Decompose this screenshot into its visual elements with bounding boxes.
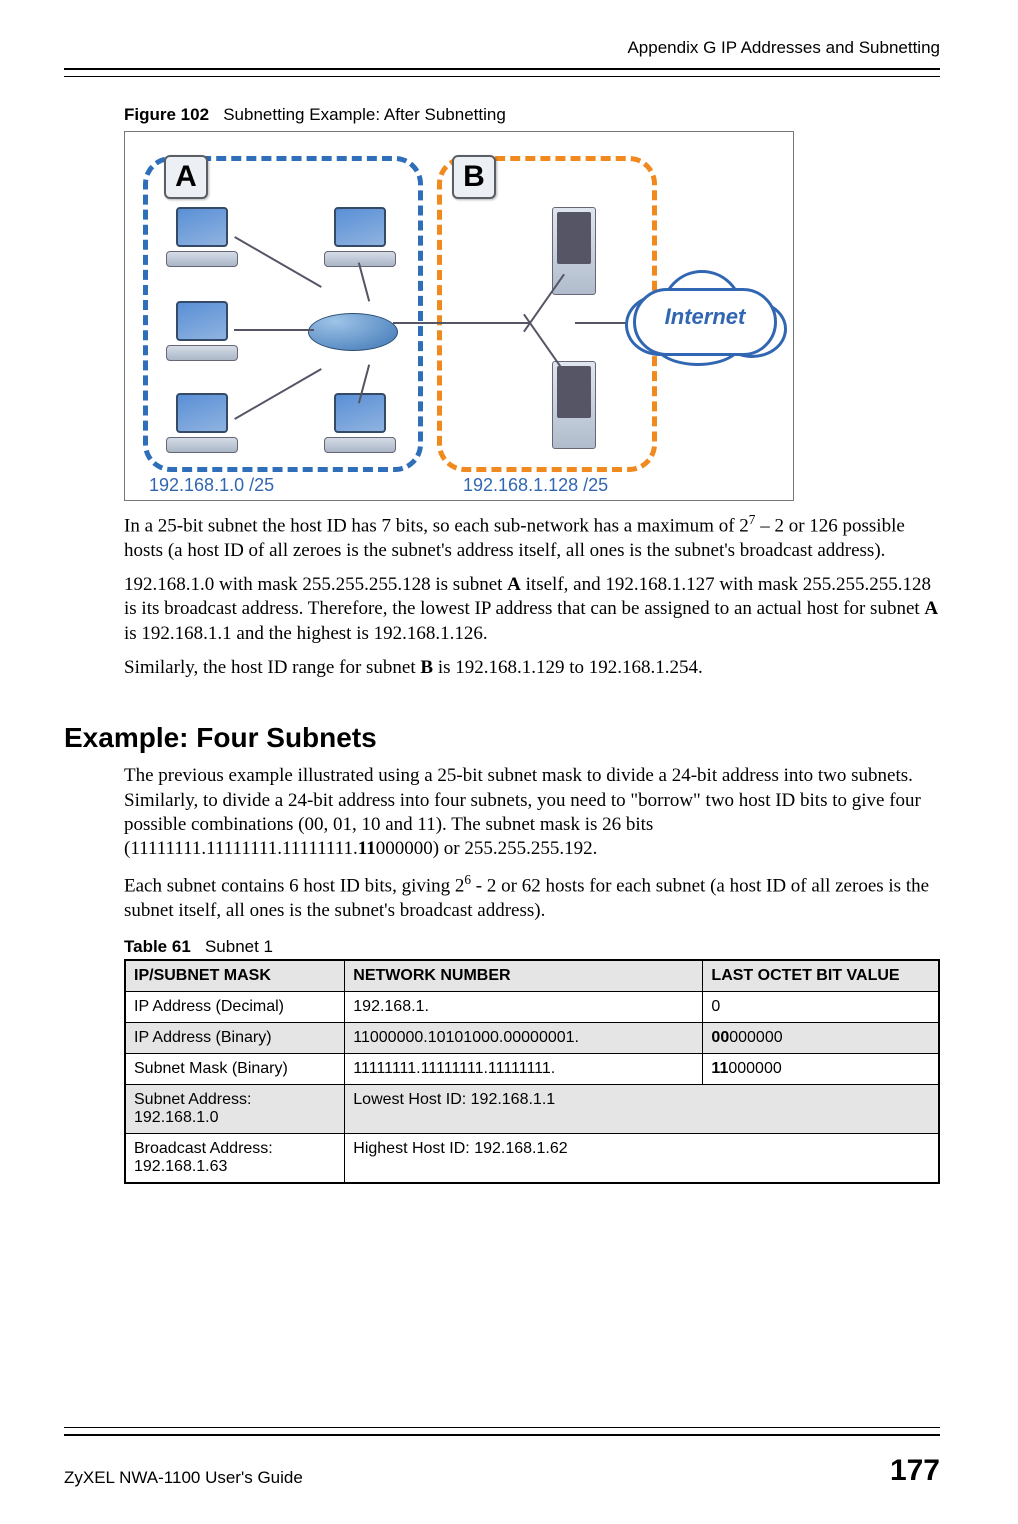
- section-heading: Example: Four Subnets: [64, 722, 940, 754]
- figure-title: Subnetting Example: After Subnetting: [223, 105, 506, 124]
- col-header-network: NETWORK NUMBER: [345, 960, 703, 992]
- subnet-a-box: A: [143, 156, 423, 472]
- pc-icon: [166, 393, 238, 453]
- figure-caption: Figure 102 Subnetting Example: After Sub…: [124, 105, 940, 125]
- footer-page-number: 177: [890, 1454, 940, 1488]
- pc-icon: [166, 207, 238, 267]
- cell-mask: Broadcast Address: 192.168.1.63: [125, 1134, 345, 1184]
- pc-icon: [324, 207, 396, 267]
- cell-network: 192.168.1.: [345, 992, 703, 1023]
- line-icon: [234, 368, 322, 420]
- paragraph-5: Each subnet contains 6 host ID bits, giv…: [124, 871, 940, 923]
- bold-bits: 11: [358, 838, 376, 859]
- subnet-table: IP/SUBNET MASK NETWORK NUMBER LAST OCTET…: [124, 959, 940, 1184]
- subnet-a-letter: A: [164, 155, 208, 199]
- cell-network: 11111111.11111111.11111111.: [345, 1054, 703, 1085]
- table-caption: Table 61 Subnet 1: [124, 937, 940, 957]
- table-header-row: IP/SUBNET MASK NETWORK NUMBER LAST OCTET…: [125, 960, 939, 992]
- cell-lastoctet: 11000000: [703, 1054, 939, 1085]
- pc-icon: [166, 301, 238, 361]
- footer-guide: ZyXEL NWA-1100 User's Guide: [64, 1468, 303, 1488]
- internet-cloud-icon: Internet: [625, 266, 785, 366]
- header-rule-thin: [64, 76, 940, 77]
- table-row: IP Address (Decimal)192.168.1.0: [125, 992, 939, 1023]
- subnet-a-cidr: 192.168.1.0 /25: [149, 475, 274, 496]
- table-label: Table 61: [124, 937, 191, 956]
- page-footer: ZyXEL NWA-1100 User's Guide 177: [64, 1454, 940, 1488]
- header-appendix: Appendix G IP Addresses and Subnetting: [64, 38, 940, 68]
- bold-a: A: [924, 598, 938, 619]
- cell-mask: Subnet Mask (Binary): [125, 1054, 345, 1085]
- bold-b: B: [420, 657, 433, 678]
- table-title: Subnet 1: [205, 937, 273, 956]
- col-header-mask: IP/SUBNET MASK: [125, 960, 345, 992]
- paragraph-2: 192.168.1.0 with mask 255.255.255.128 is…: [124, 573, 940, 646]
- cell-network: Lowest Host ID: 192.168.1.1: [345, 1085, 939, 1134]
- cell-lastoctet: 0: [703, 992, 939, 1023]
- line-icon: [234, 236, 322, 288]
- cell-mask: IP Address (Binary): [125, 1023, 345, 1054]
- line-icon: [358, 262, 370, 301]
- text: is 192.168.1.129 to 192.168.1.254.: [433, 657, 703, 678]
- router-icon: [308, 313, 398, 351]
- line-icon: [393, 322, 529, 324]
- cell-lastoctet: 00000000: [703, 1023, 939, 1054]
- text: Each subnet contains 6 host ID bits, giv…: [124, 876, 464, 897]
- paragraph-4: The previous example illustrated using a…: [124, 764, 940, 861]
- subnet-b-box: B: [437, 156, 657, 472]
- cell-mask: IP Address (Decimal): [125, 992, 345, 1023]
- text: 000000) or 255.255.255.192.: [376, 838, 598, 859]
- subnet-b-letter: B: [452, 155, 496, 199]
- col-header-lastoctet: LAST OCTET BIT VALUE: [703, 960, 939, 992]
- server-icon: [552, 361, 596, 449]
- paragraph-3: Similarly, the host ID range for subnet …: [124, 656, 940, 680]
- cloud-label: Internet: [625, 304, 785, 330]
- table-row: Subnet Address: 192.168.1.0Lowest Host I…: [125, 1085, 939, 1134]
- table-row: IP Address (Binary)11000000.10101000.000…: [125, 1023, 939, 1054]
- line-icon: [234, 329, 314, 331]
- bold-a: A: [507, 574, 521, 595]
- cell-mask: Subnet Address: 192.168.1.0: [125, 1085, 345, 1134]
- cell-network: Highest Host ID: 192.168.1.62: [345, 1134, 939, 1184]
- text: Similarly, the host ID range for subnet: [124, 657, 420, 678]
- figure-label: Figure 102: [124, 105, 209, 124]
- figure-diagram: A B Internet 192.168.1.0 /25 192.168.: [124, 131, 794, 501]
- table-row: Subnet Mask (Binary)11111111.11111111.11…: [125, 1054, 939, 1085]
- text: is 192.168.1.1 and the highest is 192.16…: [124, 623, 488, 644]
- header-rule: [64, 68, 940, 70]
- text: 192.168.1.0 with mask 255.255.255.128 is…: [124, 574, 507, 595]
- cell-network: 11000000.10101000.00000001.: [345, 1023, 703, 1054]
- footer-rules: [64, 1427, 940, 1436]
- text: In a 25-bit subnet the host ID has 7 bit…: [124, 515, 749, 536]
- paragraph-1: In a 25-bit subnet the host ID has 7 bit…: [124, 511, 940, 563]
- table-row: Broadcast Address: 192.168.1.63Highest H…: [125, 1134, 939, 1184]
- subnet-b-cidr: 192.168.1.128 /25: [463, 475, 608, 496]
